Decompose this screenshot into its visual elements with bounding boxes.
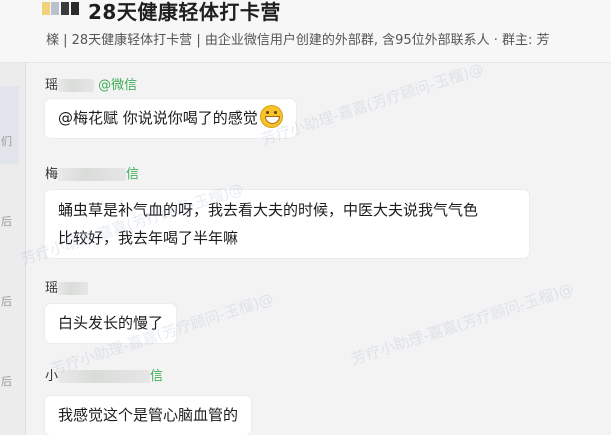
sender-name-blur xyxy=(58,282,89,295)
message-text-line: 比较好，我去年喝了半年嘛 xyxy=(58,229,239,247)
chat-header: 28天健康轻体打卡营 檪 | 28天健康轻体打卡营 | 由企业微信用户创建的外部… xyxy=(0,0,611,63)
conversation-preview-char: 们 xyxy=(1,135,12,148)
sender-name-blur xyxy=(58,79,95,92)
message-bubble[interactable]: 我感觉这个是管心脑血管的 xyxy=(45,396,252,435)
message-text: @梅花赋 你说说你喝了的感觉 xyxy=(58,109,258,127)
conversation-list-edge[interactable]: 们 后 后 后 xyxy=(0,63,26,435)
sender-name-visible: 瑶 xyxy=(45,281,59,296)
message-sender[interactable]: 小信 xyxy=(45,365,163,384)
message-area[interactable]: 瑶 @微信 @梅花赋 你说说你喝了的感觉 梅信 蛹虫草是补气血的呀，我去看大夫的… xyxy=(19,59,611,435)
conversation-preview-char: 后 xyxy=(1,215,12,228)
sender-name-blur xyxy=(58,370,151,383)
grinning-emoji-icon xyxy=(259,105,283,128)
conversation-preview-char: 后 xyxy=(1,375,12,388)
message-text: 我感觉这个是管心脑血管的 xyxy=(58,406,239,424)
group-subtitle: 檪 | 28天健康轻体打卡营 | 由企业微信用户创建的外部群, 含95位外部联系… xyxy=(46,33,550,48)
sender-source-tag: @微信 xyxy=(98,78,138,93)
message-sender[interactable]: 梅信 xyxy=(45,163,139,182)
sender-name-visible: 瑶 xyxy=(45,78,59,93)
message-bubble[interactable]: 白头发长的慢了 xyxy=(45,304,177,343)
group-title: 28天健康轻体打卡营 xyxy=(88,0,281,24)
sender-source-tag: 信 xyxy=(150,369,164,384)
sender-name-visible: 梅 xyxy=(45,167,59,182)
message-bubble[interactable]: @梅花赋 你说说你喝了的感觉 xyxy=(45,99,296,138)
sender-source-tag: 信 xyxy=(126,167,140,182)
group-avatar[interactable] xyxy=(42,2,82,16)
conversation-preview-char: 后 xyxy=(1,295,12,308)
message-text-line: 蛹虫草是补气血的呀，我去看大夫的时候，中医大夫说我气气色 xyxy=(58,201,479,219)
watermark: 芳疗小助理-嘉嘉(芳疗顾问-玉榴)@ xyxy=(349,279,576,369)
message-bubble[interactable]: 蛹虫草是补气血的呀，我去看大夫的时候，中医大夫说我气气色 比较好，我去年喝了半年… xyxy=(45,190,529,258)
sender-name-visible: 小 xyxy=(45,369,59,384)
message-sender[interactable]: 瑶 xyxy=(45,277,89,296)
message-text: 白头发长的慢了 xyxy=(58,314,164,332)
sender-name-blur xyxy=(58,168,127,181)
selected-conversation-marker xyxy=(0,86,19,164)
message-sender[interactable]: 瑶 @微信 xyxy=(45,74,137,93)
